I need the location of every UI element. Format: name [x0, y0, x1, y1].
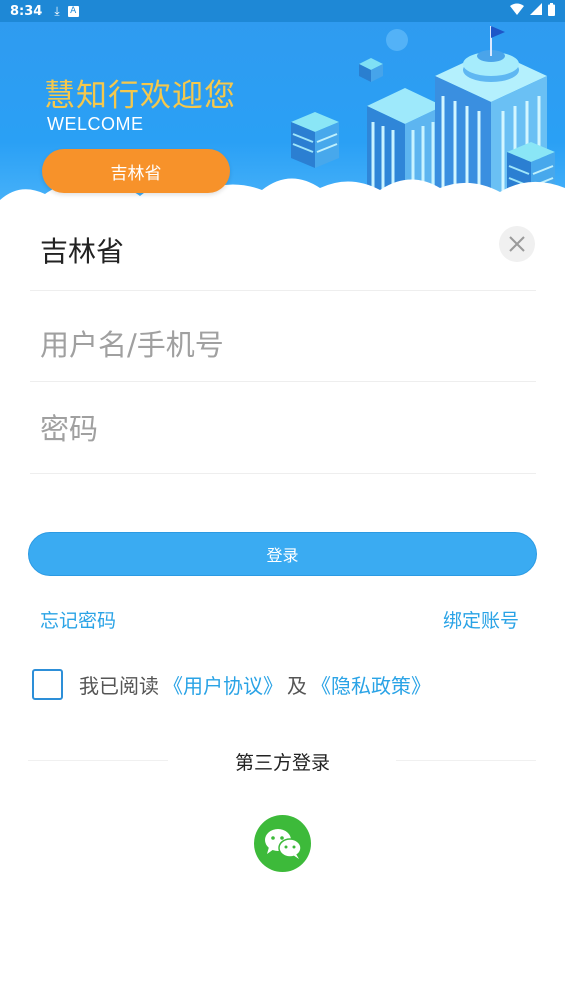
close-button[interactable]	[499, 226, 535, 262]
password-input[interactable]	[40, 404, 530, 454]
status-time: 8:34	[10, 3, 43, 19]
signal-icon	[530, 3, 542, 19]
login-button[interactable]: 登录	[28, 532, 537, 576]
close-icon	[509, 236, 525, 252]
wechat-login-button[interactable]	[254, 815, 311, 872]
divider	[30, 290, 536, 291]
status-bar: 8:34 ⤓ A	[0, 0, 565, 22]
agreement-checkbox[interactable]	[32, 668, 63, 700]
wechat-icon	[264, 828, 302, 859]
province-button[interactable]: 吉林省	[42, 149, 230, 193]
user-agreement-link[interactable]: 《用户协议》	[163, 670, 283, 699]
agreement-prefix: 我已阅读	[79, 673, 159, 698]
welcome-title: 慧知行欢迎您	[44, 78, 236, 114]
username-input[interactable]	[40, 320, 530, 370]
divider	[30, 473, 536, 474]
divider	[30, 381, 536, 382]
privacy-policy-link[interactable]: 《隐私政策》	[311, 670, 431, 699]
forgot-password-link[interactable]: 忘记密码	[40, 606, 116, 633]
welcome-subtitle: WELCOME	[47, 114, 144, 134]
battery-icon	[548, 2, 555, 20]
agreement-row: 我已阅读 《用户协议》 及 《隐私政策》	[32, 666, 435, 702]
third-party-title: 第三方登录	[234, 752, 330, 774]
wifi-icon	[510, 3, 524, 19]
welcome-banner: 慧知行欢迎您 WELCOME 吉林省	[0, 22, 565, 222]
a-icon: A	[67, 5, 79, 17]
bind-account-link[interactable]: 绑定账号	[443, 606, 519, 633]
selected-province: 吉林省	[40, 235, 125, 268]
agreement-conjunction: 及	[287, 673, 307, 698]
province-row: 吉林省	[0, 222, 565, 290]
download-icon: ⤓	[54, 3, 60, 18]
